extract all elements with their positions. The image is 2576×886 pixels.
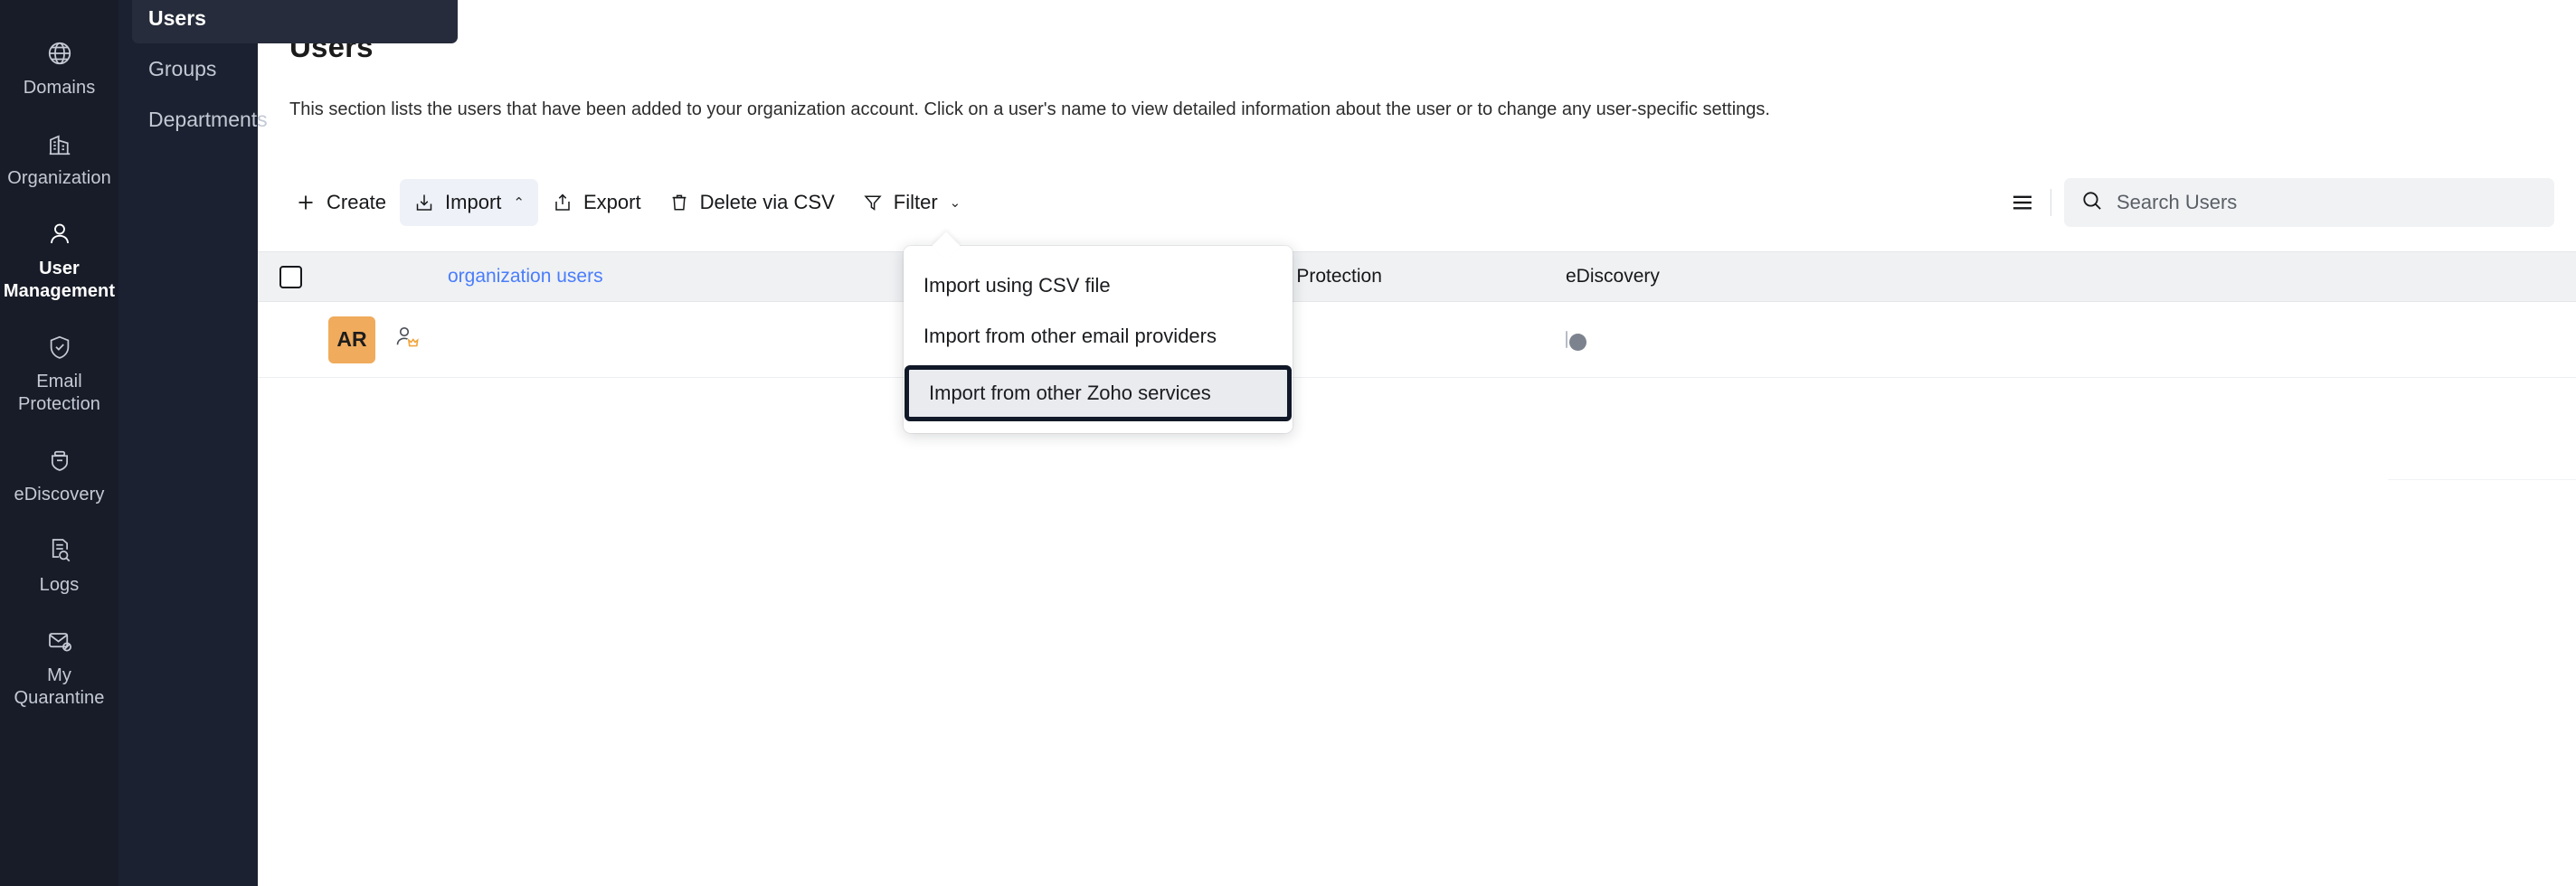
export-upload-icon bbox=[552, 192, 573, 213]
row-role-cell bbox=[393, 324, 448, 355]
import-button[interactable]: Import ⌃ bbox=[400, 179, 538, 226]
header-name-label: organization users bbox=[448, 266, 603, 287]
rail-label-organization: Organization bbox=[7, 168, 111, 188]
list-view-menu-icon[interactable] bbox=[2002, 182, 2043, 223]
user-icon bbox=[44, 219, 75, 250]
rail-item-logs[interactable]: Logs bbox=[0, 523, 118, 613]
shield-check-icon bbox=[44, 332, 75, 363]
header-name-cell[interactable]: organization users bbox=[448, 266, 918, 287]
table-header-row: organization users Status Department Ema… bbox=[258, 251, 2576, 302]
create-button[interactable]: Create bbox=[281, 179, 400, 226]
main-content: Users This section lists the users that … bbox=[258, 0, 2576, 886]
export-button[interactable]: Export bbox=[538, 179, 655, 226]
menu-item-label: Import from other Zoho services bbox=[929, 382, 1211, 404]
create-button-label: Create bbox=[327, 191, 387, 213]
toolbar-divider bbox=[2050, 189, 2051, 216]
import-dropdown-menu: Import using CSV file Import from other … bbox=[904, 246, 1293, 433]
rail-item-ediscovery[interactable]: eDiscovery bbox=[0, 432, 118, 523]
avatar: AR bbox=[328, 316, 375, 363]
header-ediscovery-label: eDiscovery bbox=[1566, 266, 1660, 287]
admin-crown-icon bbox=[393, 324, 421, 355]
subnav-label-departments: Departments bbox=[148, 107, 268, 131]
search-input[interactable] bbox=[2117, 191, 2514, 214]
globe-icon bbox=[44, 38, 75, 69]
toolbar-right bbox=[2002, 174, 2554, 231]
chevron-up-icon: ⌃ bbox=[513, 195, 525, 211]
subnav-item-departments[interactable]: Departments bbox=[132, 94, 458, 145]
logs-search-icon bbox=[44, 535, 75, 566]
subnav-label-groups: Groups bbox=[148, 56, 217, 80]
subnav-item-groups[interactable]: Groups bbox=[132, 43, 458, 94]
menu-item-import-using-csv-file[interactable]: Import using CSV file bbox=[904, 260, 1293, 311]
rail-item-email-protection[interactable]: Email Protection bbox=[0, 319, 118, 432]
trash-icon bbox=[668, 192, 690, 213]
app-window: Domains Organization User Management Ema… bbox=[0, 0, 2576, 886]
select-all-checkbox[interactable] bbox=[279, 265, 302, 288]
select-all-cell bbox=[258, 265, 316, 288]
delete-via-csv-button[interactable]: Delete via CSV bbox=[655, 179, 848, 226]
rail-label-ediscovery: eDiscovery bbox=[14, 485, 105, 504]
mail-blocked-icon bbox=[44, 626, 75, 656]
menu-item-import-from-other-email-providers[interactable]: Import from other email providers bbox=[904, 311, 1293, 362]
menu-item-import-from-other-zoho-services[interactable]: Import from other Zoho services bbox=[904, 365, 1292, 421]
filter-funnel-icon bbox=[862, 192, 884, 213]
filter-button-label: Filter bbox=[893, 191, 938, 213]
export-button-label: Export bbox=[582, 191, 641, 213]
header-ediscovery-cell[interactable]: eDiscovery bbox=[1566, 266, 1837, 287]
rail-label-logs: Logs bbox=[39, 575, 80, 595]
table-trailing-rule bbox=[2388, 479, 2576, 480]
rail-label-email-protection: Email Protection bbox=[17, 372, 101, 414]
menu-item-label: Import from other email providers bbox=[923, 325, 1217, 347]
subnav-item-users[interactable]: Users bbox=[132, 0, 458, 43]
row-ediscovery-cell bbox=[1566, 330, 1837, 351]
rail-label-my-quarantine: My Quarantine bbox=[14, 665, 105, 708]
secondary-nav: Users Groups Departments bbox=[118, 0, 458, 886]
table-row[interactable]: AR bbox=[258, 302, 2576, 378]
rail-item-organization[interactable]: Organization bbox=[0, 116, 118, 206]
search-users-box[interactable] bbox=[2064, 178, 2554, 227]
users-table: organization users Status Department Ema… bbox=[258, 251, 2576, 378]
rail-item-domains[interactable]: Domains bbox=[0, 25, 118, 116]
chevron-down-icon: ⌄ bbox=[949, 195, 961, 211]
row-avatar-cell: AR bbox=[316, 316, 393, 363]
search-icon bbox=[2080, 189, 2104, 217]
rail-label-domains: Domains bbox=[23, 78, 96, 98]
building-icon bbox=[44, 128, 75, 159]
ediscovery-icon bbox=[44, 445, 75, 476]
filter-button[interactable]: Filter ⌄ bbox=[848, 179, 974, 226]
import-download-icon bbox=[413, 192, 435, 213]
page-description: This section lists the users that have b… bbox=[289, 99, 1770, 119]
primary-nav-rail: Domains Organization User Management Ema… bbox=[0, 0, 118, 886]
rail-item-my-quarantine[interactable]: My Quarantine bbox=[0, 613, 118, 726]
import-button-label: Import bbox=[445, 191, 502, 213]
menu-item-label: Import using CSV file bbox=[923, 274, 1111, 297]
ediscovery-toggle[interactable] bbox=[1566, 330, 1586, 351]
rail-label-user-management: User Management bbox=[3, 259, 116, 301]
subnav-label-users: Users bbox=[148, 5, 206, 30]
rail-item-user-management[interactable]: User Management bbox=[0, 206, 118, 319]
delete-via-csv-button-label: Delete via CSV bbox=[699, 191, 835, 213]
plus-icon bbox=[295, 192, 317, 213]
